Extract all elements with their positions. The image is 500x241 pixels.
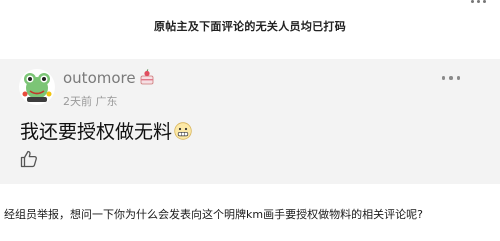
grimace-emoji-icon — [174, 122, 192, 140]
comment-time: 2天前 — [63, 95, 92, 108]
comment-location: 广东 — [95, 95, 118, 108]
cake-badge-icon — [140, 69, 154, 85]
frog-avatar-icon[interactable] — [18, 68, 56, 106]
report-question: 经组员举报，想问一下你为什么会发表向这个明牌km画手要授权做物料的相关评论呢? — [4, 208, 423, 221]
comment-meta: 2天前 广东 — [63, 93, 118, 109]
top-more-icon — [471, 0, 486, 3]
mosaic-notice: 原帖主及下面评论的无关人员均已打码 — [153, 20, 347, 33]
top-strip — [0, 0, 500, 12]
more-options-icon[interactable] — [441, 76, 460, 80]
comment-card: outomore 2天前 广东 我还要授权做无料 — [0, 59, 500, 184]
comment-text: 我还要授权做无料 — [20, 121, 173, 143]
username[interactable]: outomore — [63, 69, 136, 87]
comment-text-row: 我还要授权做无料 — [20, 117, 192, 144]
thumbs-up-icon[interactable] — [19, 149, 39, 169]
